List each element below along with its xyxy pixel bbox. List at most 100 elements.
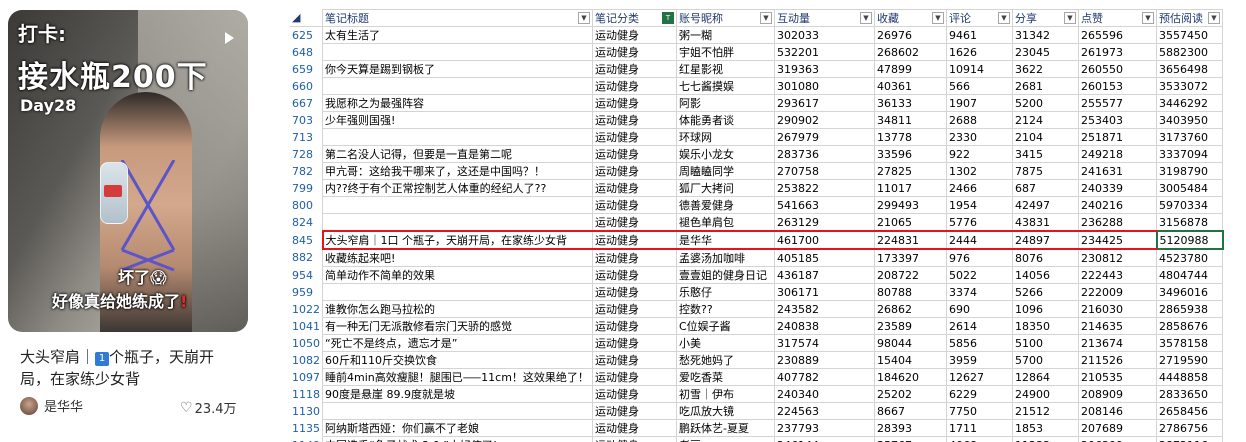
table-cell[interactable]: 2614 bbox=[946, 317, 1013, 335]
table-cell[interactable]: 宇姐不怕胖 bbox=[676, 43, 775, 61]
table-cell[interactable]: 240838 bbox=[774, 317, 875, 335]
table-cell[interactable]: 3156878 bbox=[1156, 213, 1223, 232]
filter-active-icon[interactable]: T bbox=[662, 12, 674, 24]
table-cell[interactable]: 运动健身 bbox=[592, 230, 677, 250]
table-row[interactable]: 1135 阿纳斯塔西娅：你们赢不了老娘 运动健身 鹏跃体艺-夏夏 237793 28393… bbox=[290, 419, 1223, 437]
table-cell[interactable]: 运动健身 bbox=[592, 385, 677, 403]
column-header-reads[interactable]: 预估阅读 ▼ bbox=[1156, 9, 1223, 27]
table-cell[interactable]: 243582 bbox=[774, 300, 875, 318]
table-cell[interactable]: 运动健身 bbox=[592, 402, 677, 420]
table-cell[interactable]: 27825 bbox=[874, 162, 947, 180]
table-cell[interactable]: 3005484 bbox=[1156, 179, 1223, 197]
table-cell[interactable]: 268602 bbox=[874, 43, 947, 61]
table-cell[interactable]: 3337094 bbox=[1156, 145, 1223, 163]
column-header-comments[interactable]: 评论 ▼ bbox=[946, 9, 1013, 27]
table-row[interactable]: 1130 运动健身 吃瓜放大镜 224563 8667 7750 21512 208146 26… bbox=[290, 402, 1223, 420]
table-cell[interactable]: 23045 bbox=[1012, 43, 1079, 61]
column-header-shares[interactable]: 分享 ▼ bbox=[1012, 9, 1079, 27]
table-cell[interactable]: 运动健身 bbox=[592, 77, 677, 95]
table-cell[interactable]: 6229 bbox=[946, 385, 1013, 403]
table-row[interactable]: 1118 90度是悬崖 89.9度就是坡 运动健身 初雪｜伊布 240340 25202 6… bbox=[290, 385, 1223, 403]
filter-dropdown-icon[interactable]: ▼ bbox=[1142, 12, 1154, 24]
column-header-favorites[interactable]: 收藏 ▼ bbox=[874, 9, 947, 27]
table-cell[interactable] bbox=[322, 128, 593, 146]
table-cell[interactable]: 319363 bbox=[774, 60, 875, 78]
table-cell[interactable]: 47899 bbox=[874, 60, 947, 78]
table-cell[interactable]: 3656498 bbox=[1156, 60, 1223, 78]
table-cell[interactable]: 2330 bbox=[946, 128, 1013, 146]
table-cell[interactable]: 运动健身 bbox=[592, 94, 677, 112]
table-cell[interactable]: 28393 bbox=[874, 419, 947, 437]
table-cell[interactable]: 532201 bbox=[774, 43, 875, 61]
table-cell[interactable]: 甲亢哥：这给我干哪来了，这还是中国吗？！ bbox=[322, 162, 593, 180]
table-cell[interactable]: 1302 bbox=[946, 162, 1013, 180]
table-cell[interactable]: 2786756 bbox=[1156, 419, 1223, 437]
table-cell[interactable]: 230812 bbox=[1078, 248, 1157, 267]
table-cell[interactable] bbox=[322, 43, 593, 61]
table-cell[interactable]: 260550 bbox=[1078, 60, 1157, 78]
table-cell[interactable]: 9461 bbox=[946, 26, 1013, 44]
table-row[interactable]: 800 运动健身 德善爱健身 541663 299493 1954 42497 240216 5… bbox=[290, 196, 1223, 214]
table-cell[interactable]: 11017 bbox=[874, 179, 947, 197]
table-cell[interactable] bbox=[322, 196, 593, 214]
table-cell[interactable]: 60斤和110斤交换饮食 bbox=[322, 351, 593, 369]
table-cell[interactable]: 290902 bbox=[774, 111, 875, 129]
table-cell[interactable]: 208909 bbox=[1078, 385, 1157, 403]
table-row[interactable]: 1149中国选手“兔子战术 2.0 ”太好使了!运动健身老豆2461443576… bbox=[290, 436, 1223, 442]
table-cell[interactable]: 240339 bbox=[1078, 179, 1157, 197]
table-cell[interactable]: 5700 bbox=[1012, 351, 1079, 369]
table-row[interactable]: 1041 有一种无门无派散修看宗门天骄的感觉 运动健身 C位娱子酱 240838 2358… bbox=[290, 317, 1223, 335]
table-cell[interactable]: 234425 bbox=[1078, 230, 1157, 250]
table-cell[interactable]: 运动健身 bbox=[592, 436, 677, 442]
table-cell[interactable]: 3496016 bbox=[1156, 283, 1223, 301]
table-row[interactable]: 659 你今天算是踢到钢板了 运动健身 红星影视 319363 47899 10914 362… bbox=[290, 60, 1223, 78]
table-cell[interactable]: 11233 bbox=[1012, 436, 1079, 442]
table-cell[interactable]: 运动健身 bbox=[592, 213, 677, 232]
table-cell[interactable]: 2719590 bbox=[1156, 351, 1223, 369]
table-row[interactable]: 1082 60斤和110斤交换饮食 运动健身 愁死她妈了 230889 15404 3959… bbox=[290, 351, 1223, 369]
table-cell[interactable]: 10914 bbox=[946, 60, 1013, 78]
table-cell[interactable] bbox=[322, 402, 593, 420]
table-cell[interactable]: 34811 bbox=[874, 111, 947, 129]
table-cell[interactable]: 2865938 bbox=[1156, 300, 1223, 318]
table-cell[interactable]: 运动健身 bbox=[592, 248, 677, 267]
table-cell[interactable]: 21065 bbox=[874, 213, 947, 232]
table-cell[interactable]: 运动健身 bbox=[592, 111, 677, 129]
table-row[interactable]: 1097 睡前4min高效瘦腿！腿围已⸺11cm！这效果绝了！ 运动健身 爱吃香菜 40… bbox=[290, 368, 1223, 386]
table-cell[interactable]: 7875 bbox=[1012, 162, 1079, 180]
table-cell[interactable]: 263129 bbox=[774, 213, 875, 232]
table-cell[interactable]: 第二名没人记得，但要是一直是第二呢 bbox=[322, 145, 593, 163]
table-cell[interactable]: 241631 bbox=[1078, 162, 1157, 180]
table-cell[interactable]: 23589 bbox=[874, 317, 947, 335]
table-cell[interactable]: 爱吃香菜 bbox=[676, 368, 775, 386]
table-cell[interactable]: 230889 bbox=[774, 351, 875, 369]
table-cell[interactable]: 213674 bbox=[1078, 334, 1157, 352]
table-row[interactable]: 799 内??终于有个正常控制艺人体重的经纪人了?? 运动健身 狐厂大拷问 253822… bbox=[290, 179, 1223, 197]
table-cell[interactable]: 566 bbox=[946, 77, 1013, 95]
table-row[interactable]: 703 少年强则国强! 运动健身 体能勇者谈 290902 34811 2688 2124 25… bbox=[290, 111, 1223, 129]
filter-dropdown-icon[interactable]: ▼ bbox=[860, 12, 872, 24]
table-cell[interactable]: 1907 bbox=[946, 94, 1013, 112]
heart-icon[interactable]: ♡ bbox=[180, 400, 193, 416]
table-cell[interactable]: 4804744 bbox=[1156, 266, 1223, 284]
table-cell[interactable]: 541663 bbox=[774, 196, 875, 214]
table-cell[interactable]: 体能勇者谈 bbox=[676, 111, 775, 129]
table-cell[interactable]: 运动健身 bbox=[592, 266, 677, 284]
table-cell[interactable]: 3959 bbox=[946, 351, 1013, 369]
table-cell[interactable]: 运动健身 bbox=[592, 334, 677, 352]
table-cell[interactable]: 4523780 bbox=[1156, 248, 1223, 267]
table-cell[interactable]: 18350 bbox=[1012, 317, 1079, 335]
table-cell[interactable]: 愁死她妈了 bbox=[676, 351, 775, 369]
table-row[interactable]: 1022 谁教你怎么跑马拉松的 运动健身 控数?? 243582 26862 690 1096… bbox=[290, 300, 1223, 318]
table-cell[interactable]: 236288 bbox=[1078, 213, 1157, 232]
table-cell[interactable]: 运动健身 bbox=[592, 26, 677, 44]
table-cell[interactable]: 1711 bbox=[946, 419, 1013, 437]
table-cell[interactable]: 收藏练起来吧! bbox=[322, 248, 593, 267]
table-cell[interactable]: 小美 bbox=[676, 334, 775, 352]
avatar[interactable] bbox=[20, 396, 38, 415]
table-cell[interactable]: 3533072 bbox=[1156, 77, 1223, 95]
table-cell[interactable]: 5776 bbox=[946, 213, 1013, 232]
table-cell[interactable]: 狐厂大拷问 bbox=[676, 179, 775, 197]
table-cell[interactable]: 乐憨仔 bbox=[676, 283, 775, 301]
table-cell[interactable]: 5266 bbox=[1012, 283, 1079, 301]
